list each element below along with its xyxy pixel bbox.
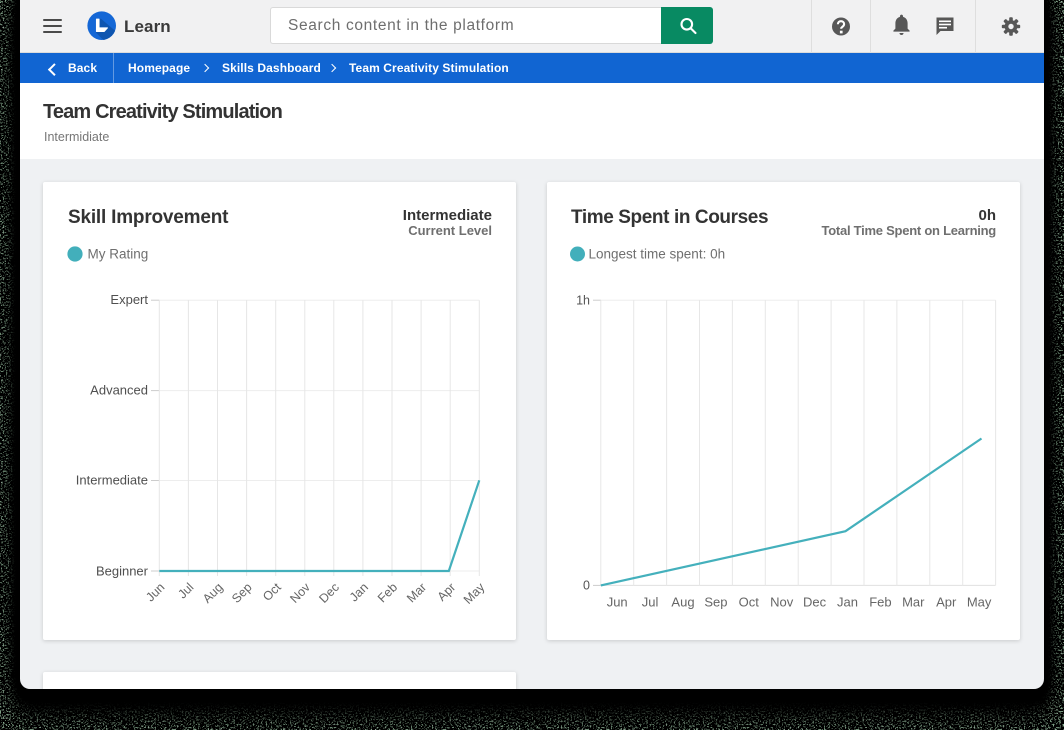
svg-text:Advanced: Advanced	[90, 383, 148, 398]
svg-text:Beginner: Beginner	[96, 564, 149, 579]
svg-text:Nov: Nov	[770, 595, 794, 610]
svg-text:My Rating: My Rating	[88, 247, 149, 262]
svg-text:0h: 0h	[978, 207, 996, 224]
svg-text:Nov: Nov	[287, 580, 313, 606]
svg-text:Apr: Apr	[936, 595, 957, 610]
svg-text:Jul: Jul	[642, 595, 659, 610]
svg-text:Longest time spent: 0h: Longest time spent: 0h	[589, 247, 726, 262]
svg-text:Jun: Jun	[607, 595, 628, 610]
svg-text:Dec: Dec	[316, 580, 342, 606]
svg-text:Expert: Expert	[110, 292, 148, 307]
svg-text:Feb: Feb	[375, 580, 400, 605]
svg-text:0: 0	[583, 579, 590, 593]
svg-text:Oct: Oct	[739, 595, 760, 610]
svg-text:Aug: Aug	[671, 595, 694, 610]
svg-text:Time Spent in Courses: Time Spent in Courses	[571, 207, 768, 228]
svg-text:Jan: Jan	[347, 580, 371, 604]
svg-text:Aug: Aug	[200, 580, 226, 606]
svg-text:Feb: Feb	[869, 595, 891, 610]
svg-text:Dec: Dec	[803, 595, 827, 610]
svg-text:May: May	[967, 595, 992, 610]
svg-text:Sep: Sep	[229, 580, 255, 606]
svg-text:Intermediate: Intermediate	[403, 207, 492, 224]
svg-text:Jan: Jan	[837, 595, 858, 610]
svg-text:May: May	[461, 580, 488, 607]
svg-text:Jul: Jul	[175, 580, 196, 601]
svg-text:Mar: Mar	[902, 595, 925, 610]
svg-text:Apr: Apr	[435, 580, 459, 604]
svg-text:Intermediate: Intermediate	[76, 472, 148, 487]
svg-text:Current Level: Current Level	[408, 223, 492, 238]
svg-text:1h: 1h	[576, 294, 590, 308]
svg-text:Skill Improvement: Skill Improvement	[68, 207, 229, 228]
svg-text:Total Time Spent on Learning: Total Time Spent on Learning	[821, 223, 996, 238]
svg-text:Sep: Sep	[704, 595, 727, 610]
svg-text:Mar: Mar	[404, 580, 429, 605]
svg-text:Oct: Oct	[260, 580, 284, 604]
svg-text:Jun: Jun	[143, 580, 167, 604]
